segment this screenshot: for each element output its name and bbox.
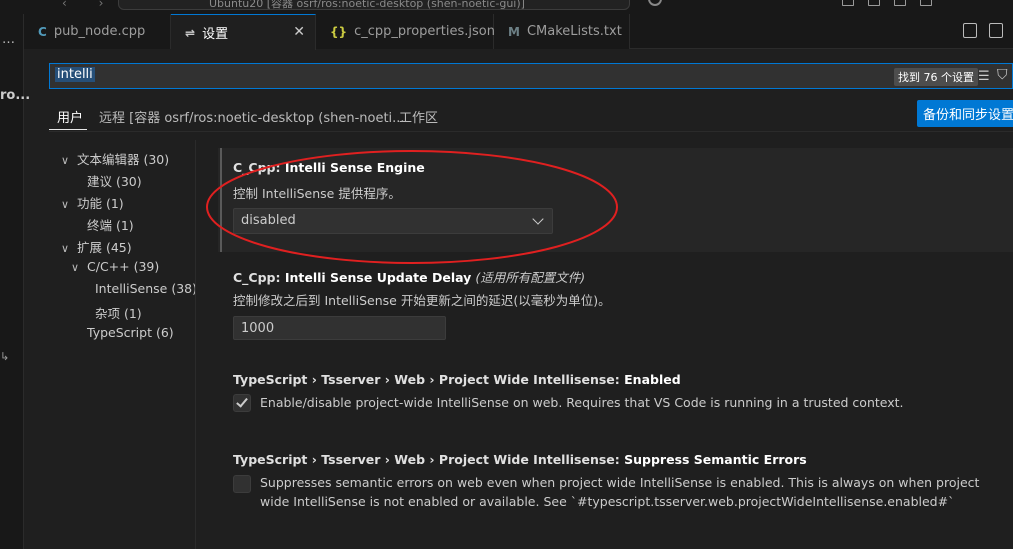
- check-icon: [236, 395, 248, 408]
- setting-title: TypeScript › Tsserver › Web › Project Wi…: [233, 452, 807, 467]
- backup-sync-button[interactable]: 备份和同步设置: [917, 100, 1013, 127]
- toc-label: C/C++ (39): [87, 259, 160, 274]
- setting-title: C_Cpp: Intelli Sense Engine: [233, 160, 425, 175]
- enabled-checkbox[interactable]: [233, 394, 251, 412]
- toc-label: 文本编辑器 (30): [77, 152, 170, 167]
- open-json-icon[interactable]: [963, 23, 977, 38]
- layout-icon[interactable]: [868, 0, 880, 6]
- setting-name: Suppress Semantic Errors: [624, 452, 807, 467]
- toc-label: 建议 (30): [87, 174, 142, 189]
- setting-project-wide-intellisense-enabled: TypeScript › Tsserver › Web › Project Wi…: [218, 364, 1013, 428]
- filter-icon[interactable]: ⛉: [997, 67, 1008, 83]
- editor-actions: [963, 23, 1003, 38]
- close-icon[interactable]: ✕: [293, 24, 305, 40]
- toc-label: 杂项 (1): [95, 306, 142, 321]
- tab-workspace[interactable]: 工作区: [399, 107, 438, 126]
- search-query[interactable]: intelli: [55, 67, 95, 82]
- title-bar: ‹ › Ubuntu20 [容器 osrf/ros:noetic-desktop…: [0, 0, 1013, 14]
- toc-item-misc[interactable]: 杂项 (1): [95, 303, 142, 323]
- setting-name: Enabled: [624, 372, 681, 387]
- split-editor-icon[interactable]: [989, 23, 1003, 38]
- active-tab-indicator: [49, 129, 87, 130]
- tab-label: CMakeLists.txt: [526, 24, 622, 39]
- chevron-down-icon: ∨: [61, 198, 70, 211]
- toc-item-terminal[interactable]: 终端 (1): [87, 215, 134, 235]
- setting-suppress-semantic-errors: TypeScript › Tsserver › Web › Project Wi…: [218, 444, 1013, 524]
- tab-remote[interactable]: 远程 [容器 osrf/ros:noetic-desktop (shen-noe…: [99, 107, 405, 126]
- tab-settings[interactable]: ⇌ 设置 ✕: [171, 14, 316, 50]
- setting-name: Intelli Sense Engine: [284, 160, 425, 175]
- checkbox-label: Enable/disable project-wide IntelliSense…: [260, 395, 904, 410]
- toc-label: TypeScript (6): [87, 325, 174, 340]
- cpp-file-icon: C: [38, 24, 47, 39]
- toc-item-suggestions[interactable]: 建议 (30): [87, 171, 142, 191]
- settings-icon: ⇌: [185, 25, 196, 40]
- json-file-icon: {}: [330, 24, 348, 39]
- setting-name: Intelli Sense Update Delay: [284, 270, 472, 285]
- suppress-errors-checkbox[interactable]: [233, 475, 251, 493]
- select-value: disabled: [241, 213, 296, 228]
- cmake-file-icon: M: [508, 24, 520, 39]
- result-count-badge: 找到 76 个设置: [894, 68, 978, 86]
- setting-title: C_Cpp: Intelli Sense Update Delay (适用所有配置…: [233, 267, 585, 286]
- setting-category: C_Cpp:: [233, 270, 285, 285]
- layout-icon[interactable]: [842, 0, 854, 6]
- setting-title: TypeScript › Tsserver › Web › Project Wi…: [233, 372, 681, 387]
- setting-category: TypeScript › Tsserver › Web › Project Wi…: [233, 452, 625, 467]
- settings-scope-tabs: 用户 远程 [容器 osrf/ros:noetic-desktop (shen-…: [49, 98, 1013, 132]
- chevron-down-icon: ∨: [61, 154, 70, 167]
- setting-category: C_Cpp:: [233, 160, 285, 175]
- tab-pub-node-cpp[interactable]: C pub_node.cpp: [24, 14, 171, 49]
- toc-label: 功能 (1): [77, 196, 124, 211]
- tab-c-cpp-properties[interactable]: {} c_cpp_properties.json: [316, 14, 495, 49]
- explorer-folder-label[interactable]: ro...: [0, 88, 30, 103]
- focus-indicator: [220, 148, 222, 252]
- toc-item-text-editor[interactable]: ∨ 文本编辑器 (30): [61, 149, 169, 169]
- layout-icon[interactable]: [894, 0, 906, 6]
- toc-divider: [195, 140, 196, 549]
- editor-tab-bar: C pub_node.cpp ⇌ 设置 ✕ {} c_cpp_propertie…: [24, 14, 1013, 50]
- toc-item-intellisense[interactable]: IntelliSense (38): [95, 281, 197, 301]
- tab-label: pub_node.cpp: [53, 24, 146, 39]
- more-actions-icon[interactable]: …: [2, 32, 15, 47]
- command-center-text: Ubuntu20 [容器 osrf/ros:noetic-desktop (sh…: [209, 0, 525, 10]
- tab-label: 设置: [202, 27, 229, 42]
- tab-user[interactable]: 用户: [57, 107, 83, 126]
- tab-cmakelists[interactable]: M CMakeLists.txt: [494, 14, 630, 49]
- clear-filter-icon[interactable]: ☰: [978, 69, 990, 84]
- chevron-down-icon: [532, 213, 544, 225]
- intellisense-engine-select[interactable]: disabled: [233, 208, 553, 234]
- toc-label: 扩展 (45): [77, 240, 132, 255]
- toc-item-c-cpp[interactable]: ∨ C/C++ (39): [71, 259, 159, 279]
- account-icon[interactable]: [648, 0, 662, 6]
- side-panel-remnant: … ro... ↳: [0, 14, 30, 549]
- toc-label: IntelliSense (38): [95, 281, 198, 296]
- input-value: 1000: [241, 321, 275, 336]
- toc-item-typescript[interactable]: TypeScript (6): [87, 325, 174, 345]
- setting-category: TypeScript › Tsserver › Web › Project Wi…: [233, 372, 625, 387]
- nav-arrows-icon[interactable]: ‹ ›: [62, 0, 117, 10]
- setting-description: 控制修改之后到 IntelliSense 开始更新之间的延迟(以毫秒为单位)。: [233, 293, 611, 308]
- chevron-down-icon: ∨: [71, 261, 80, 274]
- tab-label: c_cpp_properties.json: [354, 24, 495, 39]
- applies-all-profiles-tag: (适用所有配置文件): [475, 270, 586, 285]
- setting-intellisense-engine: C_Cpp: Intelli Sense Engine 控制 IntelliSe…: [218, 148, 1013, 252]
- toc-label: 终端 (1): [87, 218, 134, 233]
- setting-intellisense-update-delay: C_Cpp: Intelli Sense Update Delay (适用所有配置…: [218, 258, 1013, 348]
- toc-item-features[interactable]: ∨ 功能 (1): [61, 193, 124, 213]
- checkbox-label: Suppresses semantic errors on web even w…: [260, 475, 980, 509]
- return-arrow-icon: ↳: [0, 350, 10, 363]
- toc-item-extensions[interactable]: ∨ 扩展 (45): [61, 237, 132, 257]
- command-center[interactable]: Ubuntu20 [容器 osrf/ros:noetic-desktop (sh…: [118, 0, 630, 10]
- setting-description: 控制 IntelliSense 提供程序。: [233, 186, 401, 201]
- layout-icon[interactable]: [920, 0, 932, 6]
- update-delay-input[interactable]: 1000: [233, 316, 446, 340]
- settings-search-input[interactable]: intelli 找到 76 个设置 ☰ ⛉: [49, 63, 1013, 89]
- layout-controls: [842, 0, 932, 6]
- chevron-down-icon: ∨: [61, 242, 70, 255]
